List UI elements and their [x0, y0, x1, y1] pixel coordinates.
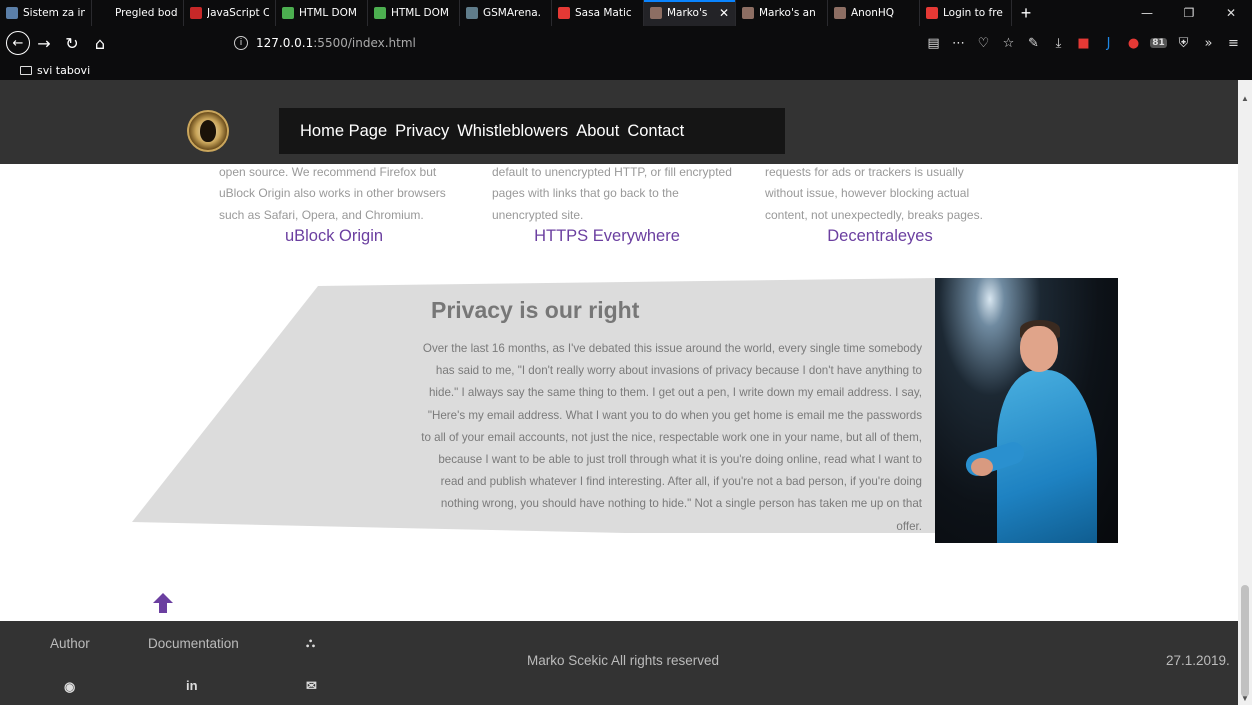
- ublock-origin-link[interactable]: uBlock Origin: [214, 227, 454, 246]
- page-viewport: Home Page Privacy Whistleblowers About C…: [0, 80, 1238, 705]
- folder-icon: [20, 65, 32, 75]
- hamburger-menu-icon[interactable]: ≡: [1221, 31, 1246, 55]
- tab-favicon-icon: [926, 7, 938, 19]
- extension-j-icon[interactable]: J: [1096, 31, 1121, 55]
- tab-label: Sistem za in: [23, 7, 85, 19]
- bookmarks-bar: svi tabovi: [0, 60, 90, 80]
- tab-favicon-icon: [558, 7, 570, 19]
- footer-documentation-link[interactable]: Documentation: [148, 636, 239, 651]
- https-everywhere-description-wrap: default to unencrypted HTTP, or fill enc…: [492, 86, 732, 226]
- tab-favicon-icon: [742, 7, 754, 19]
- scroll-down-icon[interactable]: ▼: [1240, 694, 1250, 703]
- browser-tab[interactable]: Login to fre: [920, 0, 1012, 26]
- ublock-description: open source. We recommend Firefox but uB…: [219, 164, 446, 222]
- tab-label: GSMArena.: [483, 7, 542, 19]
- extension-m-icon[interactable]: ●: [1121, 31, 1146, 55]
- url-host: 127.0.0.1: [256, 36, 314, 50]
- toolbar-icons: ▤ ⋯ ♡ ☆ ✎ ⤓ ■ J ● 81 ⛨ » ≡: [921, 31, 1246, 55]
- footer-rights: Marko Scekic All rights reserved: [527, 653, 720, 668]
- tab-favicon-icon: [834, 7, 846, 19]
- scroll-to-top-arrow-icon[interactable]: [151, 591, 175, 615]
- footer-author-link[interactable]: Author: [50, 636, 90, 651]
- privacy-quote: Over the last 16 months, as I've debated…: [421, 342, 922, 533]
- reload-icon[interactable]: ↻: [58, 29, 86, 57]
- home-icon[interactable]: ⌂: [86, 29, 114, 57]
- extension-badge-icon[interactable]: 81: [1146, 31, 1171, 55]
- restore-icon[interactable]: ❐: [1168, 0, 1210, 26]
- browser-toolbar: ← → ↻ ⌂ i 127.0.0.1:5500/index.html ▤ ⋯ …: [0, 26, 1252, 80]
- browser-tab[interactable]: HTML DOM: [276, 0, 368, 26]
- tab-label: Marko's: [667, 7, 708, 19]
- tab-label: Sasa Matic: [575, 7, 632, 19]
- browser-tab[interactable]: GSMArena.: [460, 0, 552, 26]
- tab-label: JavaScript C: [207, 7, 269, 19]
- https-everywhere-description: default to unencrypted HTTP, or fill enc…: [492, 164, 732, 222]
- wrench-icon[interactable]: ✎: [1021, 31, 1046, 55]
- decentraleyes-description: requests for ads or trackers is usually …: [765, 164, 983, 222]
- mail-icon[interactable]: ✉: [306, 678, 317, 694]
- tab-label: HTML DOM: [299, 7, 357, 19]
- new-tab-button[interactable]: +: [1012, 0, 1040, 26]
- speaker-photo: [935, 278, 1118, 543]
- tab-label: HTML DOM: [391, 7, 449, 19]
- decentraleyes-link[interactable]: Decentraleyes: [760, 227, 1000, 246]
- ublock-description-wrap: open source. We recommend Firefox but uB…: [219, 86, 459, 226]
- tab-favicon-icon: [374, 7, 386, 19]
- browser-tab-bar: Sistem za in Pregled bodova JavaScript C HT…: [0, 0, 1252, 26]
- bookmark-star-icon[interactable]: ☆: [996, 31, 1021, 55]
- linkedin-icon[interactable]: in: [186, 678, 198, 693]
- tab-label: Marko's an: [759, 7, 816, 19]
- url-bar[interactable]: i 127.0.0.1:5500/index.html: [234, 30, 844, 56]
- browser-tab[interactable]: JavaScript C: [184, 0, 276, 26]
- browser-tab[interactable]: AnonHQ: [828, 0, 920, 26]
- tab-favicon-icon: [282, 7, 294, 19]
- pocket-icon[interactable]: ♡: [971, 31, 996, 55]
- browser-tab[interactable]: Marko's an: [736, 0, 828, 26]
- sitemap-icon[interactable]: ⛬: [306, 635, 315, 651]
- browser-tab[interactable]: Pregled bodova: [92, 0, 184, 26]
- browser-tab[interactable]: Sistem za in: [0, 0, 92, 26]
- window-controls: — ❐ ✕: [1126, 0, 1252, 26]
- tab-label: Login to fre: [943, 7, 1003, 19]
- tab-list: Sistem za in Pregled bodova JavaScript C HT…: [0, 0, 1012, 26]
- https-everywhere-link[interactable]: HTTPS Everywhere: [487, 227, 727, 246]
- scrollbar-thumb[interactable]: [1241, 585, 1249, 697]
- minimize-icon[interactable]: —: [1126, 0, 1168, 26]
- decentraleyes-description-wrap: requests for ads or trackers is usually …: [765, 86, 1005, 226]
- forward-icon[interactable]: →: [30, 29, 58, 57]
- extension-red-icon[interactable]: ■: [1071, 31, 1096, 55]
- tab-close-icon[interactable]: ✕: [719, 6, 729, 20]
- tab-favicon-icon: [6, 7, 18, 19]
- shield-icon[interactable]: ⛨: [1171, 31, 1196, 55]
- page-scrollbar[interactable]: ▲ ▼: [1238, 80, 1252, 705]
- site-info-icon[interactable]: i: [234, 36, 248, 50]
- browser-tab[interactable]: Sasa Matic: [552, 0, 644, 26]
- tab-favicon-icon: [98, 7, 110, 19]
- reader-view-icon[interactable]: ▤: [921, 31, 946, 55]
- overflow-menu-icon[interactable]: »: [1196, 31, 1221, 55]
- download-icon[interactable]: ⤓: [1046, 31, 1071, 55]
- rss-icon[interactable]: ◉: [64, 679, 75, 695]
- page-actions-icon[interactable]: ⋯: [946, 31, 971, 55]
- browser-tab[interactable]: HTML DOM: [368, 0, 460, 26]
- bookmark-folder-svi-tabovi[interactable]: svi tabovi: [37, 64, 90, 77]
- tab-label: Pregled bodova: [115, 7, 177, 19]
- browser-tab[interactable]: Marko's ✕: [644, 0, 736, 26]
- footer-date: 27.1.2019.: [1166, 653, 1230, 668]
- tab-favicon-icon: [650, 7, 662, 19]
- scroll-up-icon[interactable]: ▲: [1240, 94, 1250, 103]
- close-icon[interactable]: ✕: [1210, 0, 1252, 26]
- tab-label: AnonHQ: [851, 7, 895, 19]
- back-icon[interactable]: ←: [6, 31, 30, 55]
- url-path: :5500/index.html: [313, 36, 416, 50]
- site-footer: Author Documentation ⛬ Marko Scekic All …: [0, 621, 1238, 705]
- tab-favicon-icon: [190, 7, 202, 19]
- tab-favicon-icon: [466, 7, 478, 19]
- privacy-title: Privacy is our right: [431, 297, 640, 323]
